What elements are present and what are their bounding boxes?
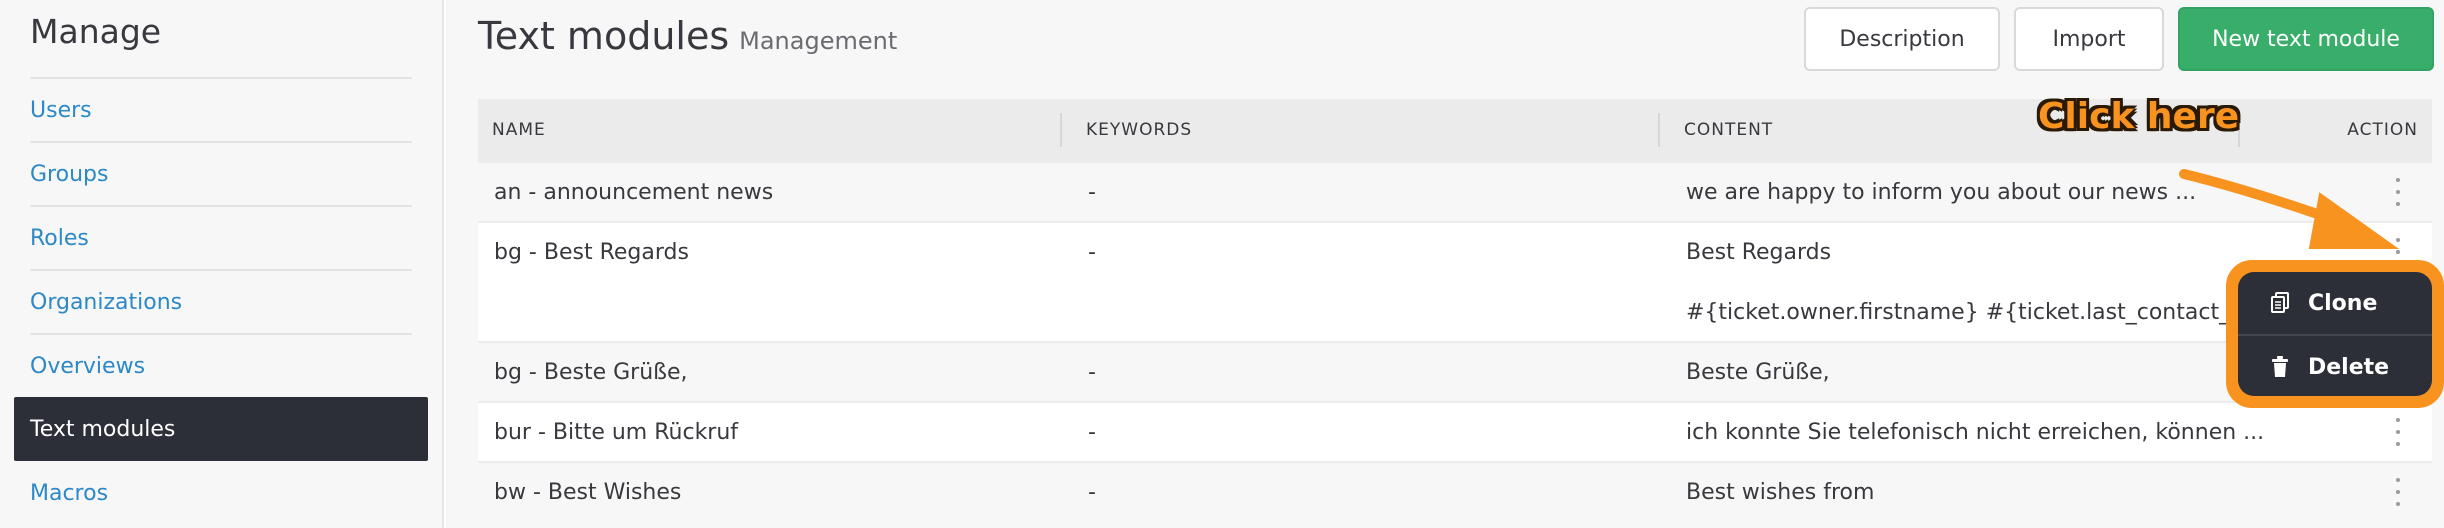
page-title-text: Text modules (478, 14, 730, 58)
clone-menu-item[interactable]: Clone (2238, 272, 2432, 334)
table-row[interactable]: an - announcement news - we are happy to… (478, 161, 2432, 221)
page-title: Text modules Management (478, 14, 897, 58)
column-header-name[interactable]: NAME (492, 99, 546, 161)
table-row[interactable]: bw - Best Wishes - Best wishes from (478, 461, 2432, 523)
row-action-menu-icon[interactable] (2394, 478, 2402, 506)
column-header-action: ACTION (2347, 120, 2418, 140)
clone-label: Clone (2308, 290, 2378, 316)
trash-icon (2270, 356, 2290, 378)
row-name: bw - Best Wishes (494, 479, 682, 505)
sidebar: Manage Users Groups Roles Organizations … (0, 0, 444, 528)
row-content: ich konnte Sie telefonisch nicht erreich… (1686, 419, 2265, 445)
delete-label: Delete (2308, 354, 2390, 380)
row-content-second-line: #{ticket.owner.firstname} #{ticket.last_… (1686, 299, 2256, 325)
row-keywords: - (1088, 179, 1096, 205)
sidebar-item-users[interactable]: Users (30, 77, 412, 141)
sidebar-item-organizations[interactable]: Organizations (30, 269, 412, 333)
text-modules-table: NAME KEYWORDS CONTENT ACTION an - announ… (478, 99, 2432, 523)
row-keywords: - (1088, 359, 1096, 385)
column-header-content[interactable]: CONTENT (1684, 99, 1773, 161)
row-name: bur - Bitte um Rückruf (494, 419, 739, 445)
sidebar-item-groups[interactable]: Groups (30, 141, 412, 205)
sidebar-item-roles[interactable]: Roles (30, 205, 412, 269)
delete-menu-item[interactable]: Delete (2238, 336, 2432, 398)
annotation-arrow-icon (2179, 169, 2400, 249)
column-separator (1060, 113, 1062, 147)
sidebar-title: Manage (30, 12, 162, 51)
sidebar-item-text-modules[interactable]: Text modules (14, 397, 428, 461)
row-keywords: - (1088, 239, 1096, 265)
main-content: Text modules Management Description Impo… (446, 0, 2444, 528)
new-text-module-button[interactable]: New text module (2178, 7, 2434, 71)
table-row[interactable]: bur - Bitte um Rückruf - ich konnte Sie … (478, 401, 2432, 461)
sidebar-item-macros[interactable]: Macros (30, 461, 412, 525)
sidebar-nav: Users Groups Roles Organizations Overvie… (14, 77, 428, 525)
click-here-callout: Click here (2038, 96, 2240, 137)
row-name: bg - Best Regards (494, 239, 689, 265)
clone-icon (2270, 292, 2290, 314)
column-separator (1658, 113, 1660, 147)
row-keywords: - (1088, 419, 1096, 445)
description-button[interactable]: Description (1804, 7, 2000, 71)
row-action-menu-icon[interactable] (2394, 418, 2402, 446)
page-subtitle: Management (739, 27, 898, 55)
column-header-keywords[interactable]: KEYWORDS (1086, 99, 1192, 161)
table-row[interactable]: bg - Best Regards - Best Regards #{ticke… (478, 221, 2432, 341)
table-row[interactable]: bg - Beste Grüße, - Beste Grüße, (478, 341, 2432, 401)
row-content: Beste Grüße, (1686, 359, 1830, 385)
row-content: Best Regards (1686, 239, 1832, 265)
row-action-popup: Clone Delete (2238, 272, 2432, 396)
row-content: Best wishes from (1686, 479, 1875, 505)
row-keywords: - (1088, 479, 1096, 505)
sidebar-item-overviews[interactable]: Overviews (30, 333, 412, 397)
row-name: bg - Beste Grüße, (494, 359, 688, 385)
row-content: we are happy to inform you about our new… (1686, 179, 2197, 205)
import-button[interactable]: Import (2014, 7, 2164, 71)
row-name: an - announcement news (494, 179, 774, 205)
